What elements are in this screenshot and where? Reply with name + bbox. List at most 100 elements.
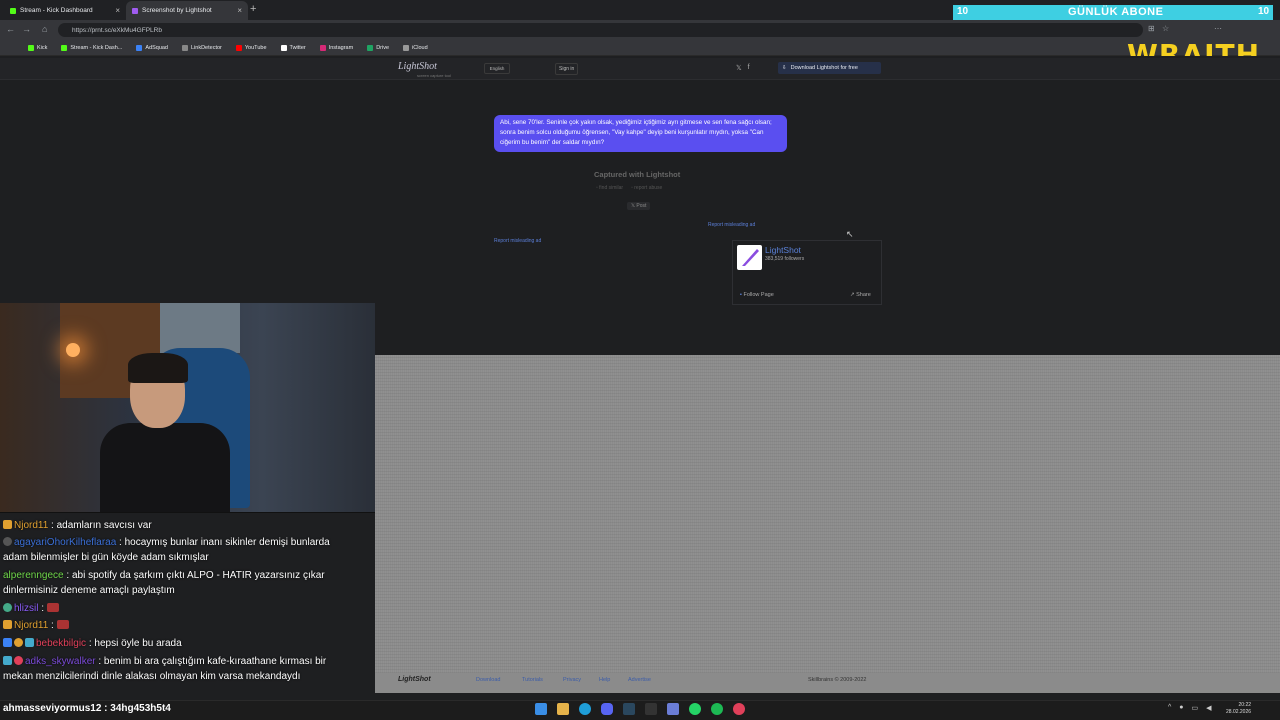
chevron-up-icon[interactable]: ^: [1168, 704, 1171, 712]
fb-page-name[interactable]: LightShot: [765, 245, 801, 255]
badge-icon: [3, 638, 12, 647]
steam-icon[interactable]: [623, 703, 635, 715]
report-abuse-link[interactable]: ▫ report abuse: [631, 185, 662, 191]
url-input[interactable]: https://prnt.sc/eXkMu4GFPLRb: [58, 23, 1143, 37]
close-icon[interactable]: ×: [237, 6, 242, 15]
mic-icon[interactable]: ●: [1179, 704, 1183, 712]
close-icon[interactable]: ×: [115, 6, 120, 15]
badge-icon: [25, 638, 34, 647]
clock[interactable]: 20:22 28.02.2026: [1226, 702, 1251, 716]
ad-placeholder-area: [375, 355, 1280, 673]
kick-icon: [61, 44, 68, 51]
webcam-feed: [0, 303, 375, 513]
chat-message: adks_skywalker : benim bi ara çalıştığım…: [3, 654, 333, 684]
x-post-button[interactable]: 𝕏 Post: [627, 202, 651, 210]
twitter-icon[interactable]: 𝕏: [736, 64, 742, 72]
bookmark-instagram[interactable]: Instagram: [319, 44, 353, 51]
fb-followers: 383,519 followers: [765, 256, 805, 262]
volume-icon[interactable]: ◀: [1206, 704, 1211, 712]
find-similar-link[interactable]: ▫ find similar: [596, 185, 623, 191]
mouse-cursor-icon: ↖: [846, 229, 854, 239]
follow-label: Follow Page: [743, 292, 774, 298]
chat-text: : hepsi öyle bu arada: [86, 638, 182, 649]
bookmark-linkdetector[interactable]: LinkDetector: [182, 44, 222, 51]
chat-username: agayariOhorKilheflaraa: [14, 537, 117, 548]
lightshot-feather-icon[interactable]: [737, 245, 762, 270]
chat-message-partial: ahmasseviyormus12 : 34hg453h5t4: [3, 703, 171, 714]
language-select[interactable]: English: [484, 63, 510, 74]
report-ad-link[interactable]: Report misleading ad: [708, 222, 755, 228]
chat-username: bebekbilgic: [36, 638, 87, 649]
windows-start-icon[interactable]: [535, 703, 547, 715]
bookmark-kick[interactable]: Kick: [28, 44, 47, 51]
tab-lightshot[interactable]: Screenshot by Lightshot ×: [126, 1, 248, 20]
file-explorer-icon[interactable]: [557, 703, 569, 715]
bookmark-youtube[interactable]: YouTube: [235, 44, 267, 51]
footer-link-download[interactable]: Download: [476, 677, 500, 683]
chat-username: Njord11: [14, 520, 49, 531]
bookmark-twitter[interactable]: Twitter: [280, 44, 306, 51]
badge-icon: [3, 656, 12, 665]
whatsapp-icon[interactable]: [689, 703, 701, 715]
back-icon[interactable]: ←: [6, 24, 15, 34]
facebook-icon[interactable]: f: [748, 64, 750, 72]
bookmark-adsquad[interactable]: AdSquad: [136, 44, 168, 51]
star-icon[interactable]: ☆: [1162, 24, 1169, 33]
download-label: Download Lightshot for free: [790, 65, 858, 71]
chat-username: adks_skywalker: [25, 656, 96, 667]
chat-overlay: Njord11 : adamların savcısı var agayariO…: [0, 516, 375, 702]
share-label: Share: [856, 292, 871, 298]
chat-message: Njord11 : adamların savcısı var: [3, 518, 333, 533]
bookmark-label: Twitter: [289, 44, 306, 51]
sub-goal-target: 10: [1258, 6, 1270, 17]
footer-link-help[interactable]: Help: [599, 677, 610, 683]
taskbar: [0, 700, 1280, 720]
bookmark-label: Stream - Kick Dash...: [70, 44, 123, 51]
obs-icon[interactable]: [733, 703, 745, 715]
signin-button[interactable]: Sign in: [555, 63, 579, 75]
footer-link-privacy[interactable]: Privacy: [563, 677, 581, 683]
bookmark-label: Drive: [376, 44, 390, 51]
tab-kick-dashboard[interactable]: Stream - Kick Dashboard ×: [4, 1, 126, 20]
download-button[interactable]: ⇩ Download Lightshot for free: [778, 62, 881, 74]
app-icon[interactable]: [645, 703, 657, 715]
report-ad-link[interactable]: Report misleading ad: [494, 238, 541, 244]
chat-text: :: [38, 603, 47, 614]
menu-icon[interactable]: ⋯: [1214, 24, 1222, 33]
footer-link-tutorials[interactable]: Tutorials: [522, 677, 543, 683]
find-similar-label: find similar: [599, 185, 624, 191]
fb-share-button[interactable]: ↗ Share: [850, 292, 871, 298]
spotify-icon[interactable]: [711, 703, 723, 715]
kick-icon: [10, 7, 16, 14]
chat-message: Njord11 :: [3, 618, 333, 633]
lightshot-logo[interactable]: LightShot: [398, 61, 437, 72]
fb-follow-button[interactable]: ▪ Follow Page: [740, 292, 774, 298]
app-icon[interactable]: [667, 703, 679, 715]
bookmark-kick-dashboard[interactable]: Stream - Kick Dash...: [61, 44, 123, 51]
screenshot-image: Abi, sene 70'ler. Seninle çok yakın olsa…: [494, 115, 787, 152]
bookmark-label: LinkDetector: [191, 44, 222, 51]
footer-link-advertise[interactable]: Advertise: [628, 677, 651, 683]
bookmark-label: YouTube: [244, 44, 267, 51]
badge-icon: [3, 620, 12, 629]
sub-goal-current: 10: [957, 6, 969, 17]
network-icon[interactable]: ▭: [1192, 704, 1199, 712]
discord-icon[interactable]: [601, 703, 613, 715]
page-footer: [375, 673, 1280, 693]
emote-icon: [46, 603, 59, 612]
bookmark-drive[interactable]: Drive: [367, 44, 390, 51]
drive-icon: [367, 44, 374, 51]
bookmark-icloud[interactable]: iCloud: [403, 44, 428, 51]
url-text: https://prnt.sc/eXkMu4GFPLRb: [72, 26, 162, 34]
sub-goal-label: GÜNLÜK ABONE: [1068, 6, 1164, 18]
home-icon[interactable]: ⌂: [42, 24, 47, 34]
footer-logo[interactable]: LightShot: [398, 676, 431, 683]
forward-icon[interactable]: →: [22, 24, 31, 34]
edge-icon[interactable]: [579, 703, 591, 715]
bookmark-label: AdSquad: [145, 44, 168, 51]
extensions-icon[interactable]: ⊞: [1148, 24, 1155, 33]
badge-icon: [14, 638, 23, 647]
badge-icon: [14, 656, 23, 665]
new-tab-button[interactable]: +: [250, 3, 256, 15]
system-tray: ^ ● ▭ ◀: [1168, 704, 1212, 712]
